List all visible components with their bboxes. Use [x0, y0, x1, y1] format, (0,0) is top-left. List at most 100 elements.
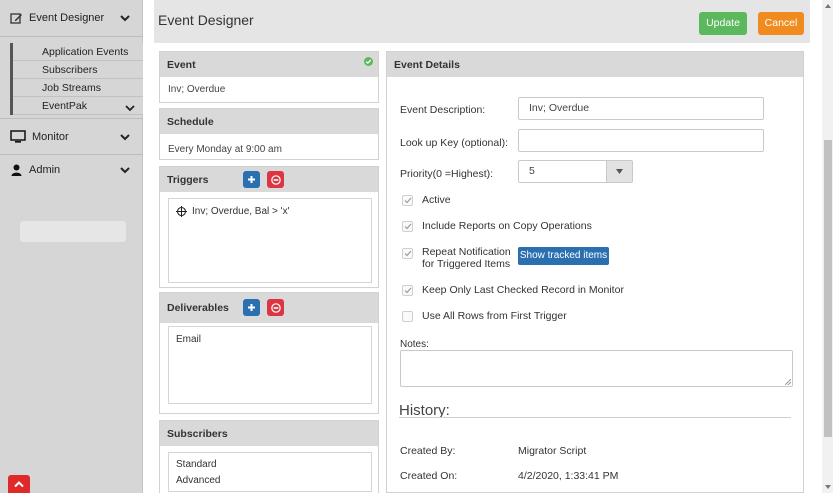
- created-by-value: Migrator Script: [518, 445, 587, 457]
- triggers-panel-header: Triggers: [160, 167, 378, 192]
- lookup-key-input[interactable]: [518, 129, 764, 152]
- notes-label: Notes:: [400, 339, 429, 350]
- sidebar-item-job-streams[interactable]: Job Streams: [13, 79, 143, 97]
- sidebar-item-label: Application Events: [42, 46, 129, 58]
- repeat-notification-label-line1: Repeat Notification: [422, 246, 511, 258]
- nav-admin-label: Admin: [29, 163, 61, 176]
- triggers-panel-title: Triggers: [167, 173, 209, 186]
- active-label: Active: [422, 194, 451, 206]
- add-trigger-button[interactable]: [243, 171, 260, 188]
- repeat-notification-label: Repeat Notification for Triggered Items: [422, 246, 511, 270]
- minus-circle-icon: [270, 302, 281, 313]
- deliverables-panel-title: Deliverables: [167, 302, 229, 314]
- chevron-down-icon: [119, 164, 131, 176]
- nav-monitor-label: Monitor: [32, 130, 69, 143]
- schedule-panel-title: Schedule: [167, 115, 214, 128]
- schedule-value[interactable]: Every Monday at 9:00 am: [160, 134, 378, 162]
- priority-select[interactable]: 5: [518, 160, 633, 183]
- monitor-icon: [10, 130, 26, 143]
- sidebar-item-label: EventPak: [42, 100, 87, 112]
- scroll-down-arrow-icon[interactable]: [824, 483, 832, 491]
- deliverable-item[interactable]: Email: [176, 334, 364, 345]
- scroll-up-arrow-icon[interactable]: [824, 2, 832, 10]
- resize-handle-icon[interactable]: [785, 379, 791, 385]
- event-description-label: Event Description:: [400, 104, 486, 116]
- scroll-to-top-button[interactable]: [8, 475, 30, 493]
- sidebar: Event Designer Application Events Subscr…: [0, 0, 143, 493]
- scrollbar-thumb[interactable]: [824, 140, 832, 437]
- priority-value: 5: [529, 165, 535, 177]
- triggers-panel: Triggers Inv; Overdue, Bal > 'x': [159, 166, 379, 288]
- created-on-label: Created On:: [400, 470, 458, 482]
- created-on-value: 4/2/2020, 1:33:41 PM: [518, 470, 619, 482]
- triggers-list: Inv; Overdue, Bal > 'x': [168, 198, 372, 283]
- show-tracked-items-button[interactable]: Show tracked items: [518, 247, 609, 265]
- subscriber-item[interactable]: Advanced: [176, 473, 364, 489]
- sidebar-placeholder-box: [20, 221, 126, 242]
- keep-last-checkbox[interactable]: [402, 285, 413, 296]
- subscribers-panel-title: Subscribers: [167, 427, 228, 440]
- event-panel: Event Inv; Overdue: [159, 51, 379, 103]
- priority-label: Priority(0 =Highest):: [400, 168, 494, 180]
- event-designer-submenu: Application Events Subscribers Job Strea…: [10, 43, 143, 115]
- keep-last-label: Keep Only Last Checked Record in Monitor: [422, 284, 624, 296]
- subscriber-item[interactable]: Standard: [176, 457, 364, 473]
- update-button[interactable]: Update: [699, 12, 747, 35]
- sidebar-item-label: Job Streams: [42, 82, 101, 94]
- repeat-notification-checkbox[interactable]: [402, 248, 413, 259]
- subscribers-panel-header: Subscribers: [160, 421, 378, 446]
- add-deliverable-button[interactable]: [243, 299, 260, 316]
- nav-event-designer-label: Event Designer: [29, 12, 105, 24]
- crosshair-icon: [176, 206, 187, 217]
- sidebar-item-label: Subscribers: [42, 64, 98, 76]
- plus-icon: [248, 304, 255, 311]
- event-description-input[interactable]: Inv; Overdue: [518, 97, 764, 120]
- event-details-panel: Event Details Event Description: Inv; Ov…: [386, 51, 804, 493]
- minus-circle-icon: [270, 174, 281, 185]
- event-details-title: Event Details: [394, 58, 460, 71]
- trigger-item[interactable]: Inv; Overdue, Bal > 'x': [176, 206, 364, 217]
- deliverables-panel-header: Deliverables: [160, 293, 378, 323]
- deliverables-panel: Deliverables Email: [159, 292, 379, 414]
- check-icon: [404, 197, 411, 204]
- remove-deliverable-button[interactable]: [267, 299, 284, 316]
- edit-icon: [10, 12, 23, 25]
- active-checkbox[interactable]: [402, 195, 413, 206]
- repeat-notification-label-line2: for Triggered Items: [422, 258, 511, 270]
- chevron-down-icon: [119, 131, 131, 143]
- event-name: Inv; Overdue: [168, 84, 226, 95]
- page-title: Event Designer: [158, 12, 254, 28]
- include-reports-label: Include Reports on Copy Operations: [422, 220, 592, 232]
- chevron-down-icon: [119, 12, 131, 24]
- notes-textarea[interactable]: [400, 350, 793, 387]
- cancel-button[interactable]: Cancel: [758, 12, 804, 35]
- subscribers-panel: Subscribers Standard Advanced: [159, 420, 379, 493]
- user-icon: [10, 163, 23, 176]
- nav-monitor[interactable]: Monitor: [0, 118, 143, 155]
- include-reports-checkbox[interactable]: [402, 221, 413, 232]
- lookup-key-label: Look up Key (optional):: [400, 137, 508, 149]
- sidebar-item-subscribers[interactable]: Subscribers: [13, 61, 143, 79]
- sidebar-item-eventpak[interactable]: EventPak: [13, 97, 143, 115]
- use-all-rows-label: Use All Rows from First Trigger: [422, 310, 567, 322]
- created-by-label: Created By:: [400, 445, 456, 457]
- subscribers-list: Standard Advanced: [168, 452, 372, 492]
- nav-admin[interactable]: Admin: [0, 151, 143, 188]
- page-header: Event Designer Update Cancel: [154, 0, 810, 43]
- schedule-panel: Schedule Every Monday at 9:00 am: [159, 108, 379, 160]
- check-icon: [404, 250, 411, 257]
- history-divider: [399, 417, 791, 418]
- schedule-panel-header: Schedule: [160, 109, 378, 134]
- check-icon: [404, 223, 411, 230]
- nav-event-designer[interactable]: Event Designer: [0, 0, 143, 37]
- check-icon: [404, 287, 411, 294]
- sidebar-item-application-events[interactable]: Application Events: [13, 43, 143, 61]
- vertical-scrollbar[interactable]: [822, 0, 833, 493]
- chevron-down-icon: [125, 101, 135, 112]
- remove-trigger-button[interactable]: [267, 171, 284, 188]
- plus-icon: [248, 176, 255, 183]
- event-panel-title: Event: [167, 58, 196, 71]
- chevron-up-icon: [14, 481, 24, 488]
- use-all-rows-checkbox[interactable]: [402, 311, 413, 322]
- deliverables-list: Email: [168, 326, 372, 404]
